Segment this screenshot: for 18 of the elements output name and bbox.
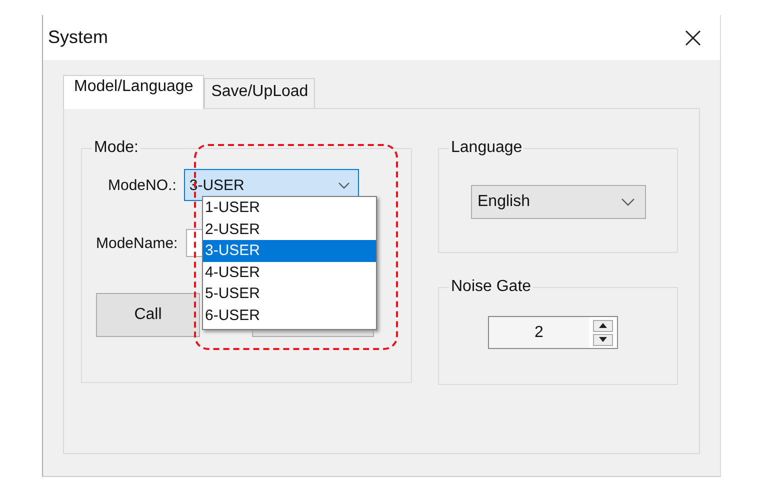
dropdown-option[interactable]: 3-USER xyxy=(203,240,376,262)
close-icon[interactable] xyxy=(684,28,702,46)
window-title: System xyxy=(48,27,108,48)
tab[interactable]: Model/Language xyxy=(63,75,204,109)
call-button[interactable]: Call xyxy=(96,293,200,337)
group-title: Language xyxy=(450,139,524,157)
dropdown-option[interactable]: 6-USER xyxy=(203,304,376,326)
language-dropdown[interactable]: English xyxy=(470,185,646,219)
mode-name-label: ModeName: xyxy=(96,234,178,252)
mode-number-label: ModeNO.: xyxy=(108,176,176,194)
group-title: Noise Gate xyxy=(450,278,532,296)
group-title: Mode: xyxy=(93,139,140,157)
tab[interactable]: Save/UpLoad xyxy=(204,78,316,108)
chevron-icon xyxy=(620,198,634,206)
dropdown-option[interactable]: 4-USER xyxy=(203,262,376,283)
chevron-icon xyxy=(338,182,350,188)
dropdown-option[interactable]: 2-USER xyxy=(203,218,376,240)
dropdown-option[interactable]: 5-USER xyxy=(203,283,376,304)
